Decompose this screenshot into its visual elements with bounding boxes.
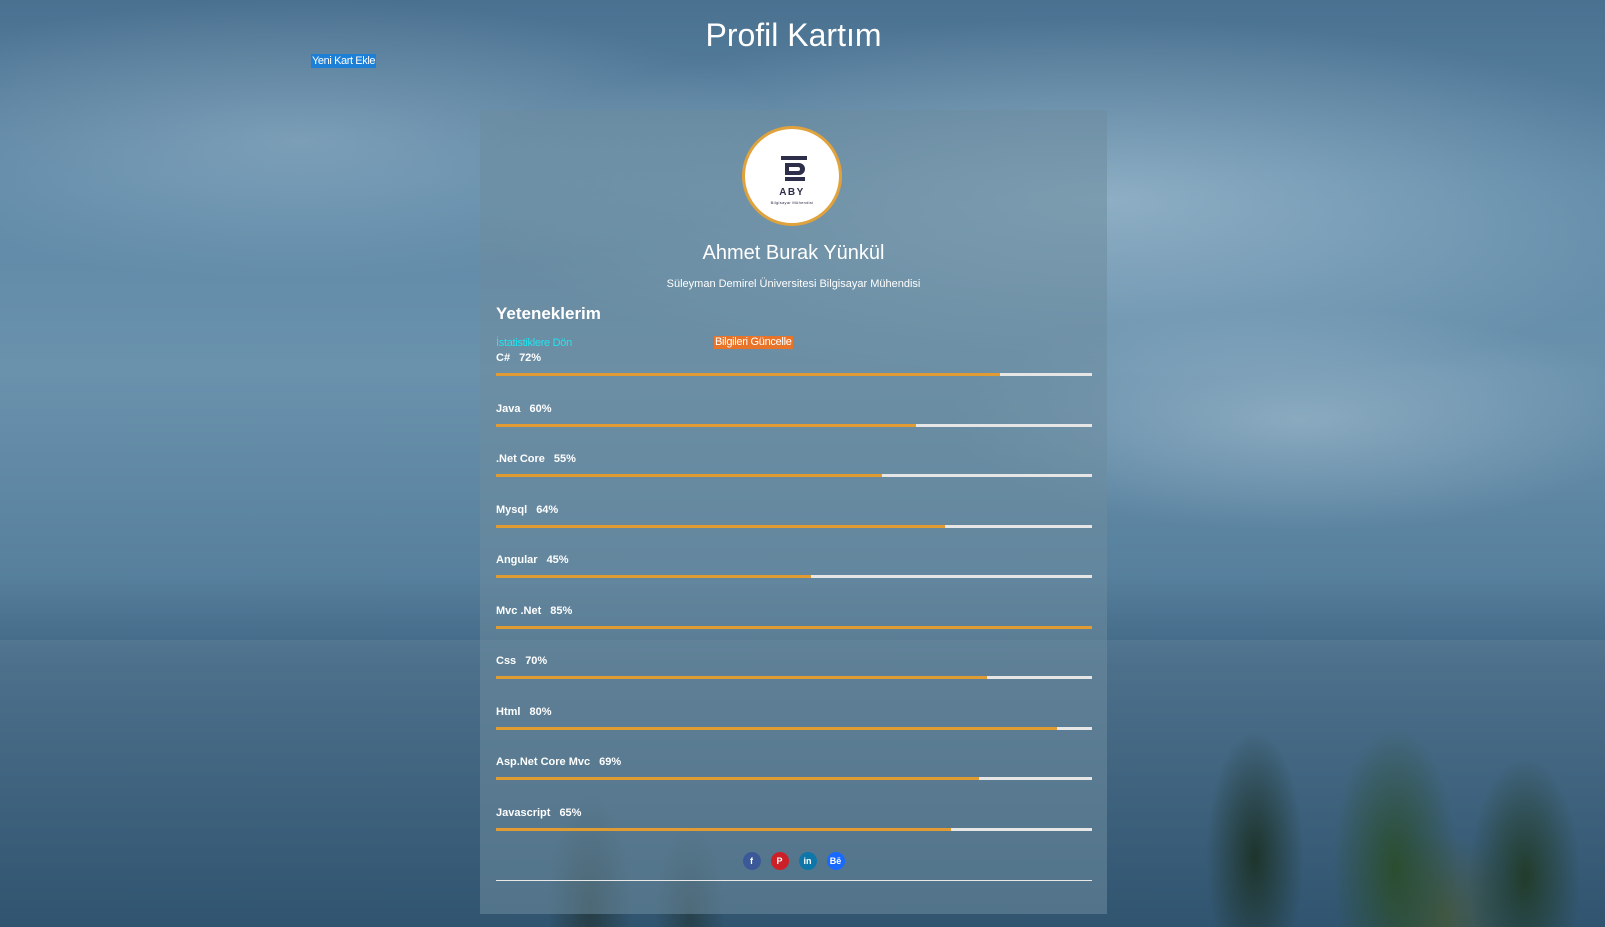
skill-name: .Net Core [496,453,545,465]
skill-label: C# 72% [496,352,541,364]
avatar: ABY Bilgisayar Mühendisi [742,126,842,226]
skill-label: Asp.Net Core Mvc 69% [496,756,621,768]
skill-progress-bar [496,827,1092,831]
back-to-statistics-link[interactable]: İstatistiklere Dön [496,337,572,349]
skill-percent: 64% [536,503,559,516]
skill-percent: 60% [529,402,552,415]
skill-progress-fill [496,777,980,780]
skill-progress-fill [496,373,1001,376]
logo-subtext: Bilgisayar Mühendisi [770,200,814,205]
logo-text: ABY [779,187,805,198]
skill-progress-fill [496,827,952,831]
skill-progress-bar [496,474,1092,477]
skill-label: Mvc .Net 85% [496,605,572,617]
skill-label: .Net Core 55% [496,453,576,465]
skill-name: Angular [496,554,538,566]
profile-subtitle: Süleyman Demirel Üniversitesi Bilgisayar… [666,278,921,290]
skill-percent: 55% [553,453,576,465]
skill-item: .Net Core 55% [496,453,1092,504]
skill-progress-fill [496,726,1057,730]
skill-name: Asp.Net Core Mvc [496,756,591,768]
skill-item: Mvc .Net 85% [496,605,1092,656]
profile-name: Ahmet Burak Yünkül [702,242,885,264]
skill-item: Java 60% [496,403,1092,454]
skill-name: Mysql [496,503,528,516]
skill-item: Angular 45% [496,554,1092,605]
skill-label: Css 70% [496,655,547,667]
skill-label: Html 80% [496,706,551,718]
skill-list: C# 72% Java 60% .Net Core 55% Mysql 64% Angular 4… [496,352,1092,857]
skill-progress-bar [496,423,1092,427]
skill-label: Angular 45% [496,554,569,566]
skill-item: Asp.Net Core Mvc 69% [496,756,1092,807]
skill-label: Javascript 65% [496,807,581,819]
profile-card: ABY Bilgisayar Mühendisi Ahmet Burak Yün… [480,110,1107,914]
linkedin-icon[interactable]: in [798,852,817,870]
new-card-button[interactable]: Yeni Kart Ekle [311,54,377,68]
skill-progress-fill [496,625,1092,629]
skill-progress-bar [496,524,1092,528]
skill-progress-bar [496,625,1092,629]
skill-name: Java [496,402,521,415]
skill-label: Mysql 64% [496,504,558,516]
skill-percent: 45% [546,554,569,566]
skill-percent: 80% [529,705,552,718]
skill-item: Html 80% [496,706,1092,757]
skill-progress-fill [496,474,882,477]
skill-label: Java 60% [496,403,552,415]
skill-progress-fill [496,423,917,427]
skill-progress-bar [496,726,1092,730]
skill-name: Mvc .Net [496,604,542,617]
page-title: Profil Kartım [705,17,882,53]
skill-item: Css 70% [496,655,1092,706]
skill-item: C# 72% [496,352,1092,403]
skills-heading: Yeteneklerim [496,304,601,323]
skill-progress-bar [496,575,1092,578]
card-divider [496,880,1092,881]
skill-item: Javascript 65% [496,807,1092,858]
skill-progress-bar [496,676,1092,679]
update-info-button[interactable]: Bilgileri Güncelle [714,336,793,349]
skill-progress-fill [496,676,987,679]
skill-percent: 70% [525,655,548,667]
skill-percent: 69% [599,756,622,768]
skill-progress-bar [496,373,1092,376]
skill-name: C# [496,352,511,364]
skill-percent: 72% [519,352,542,364]
skill-percent: 85% [550,604,573,617]
skill-progress-fill [496,524,945,528]
skill-progress-bar [496,777,1092,780]
facebook-icon[interactable]: f [742,852,761,870]
social-links: f Pin Bē [480,852,1107,870]
logo-icon [781,156,807,181]
skill-progress-fill [496,575,812,578]
pinterest-icon[interactable]: P [770,852,789,870]
background-trees [1145,627,1605,927]
skill-item: Mysql 64% [496,504,1092,555]
skill-percent: 65% [559,806,582,819]
skill-name: Css [496,655,517,667]
skill-name: Javascript [496,806,551,819]
skill-name: Html [496,705,521,718]
behance-icon[interactable]: Bē [826,852,845,870]
